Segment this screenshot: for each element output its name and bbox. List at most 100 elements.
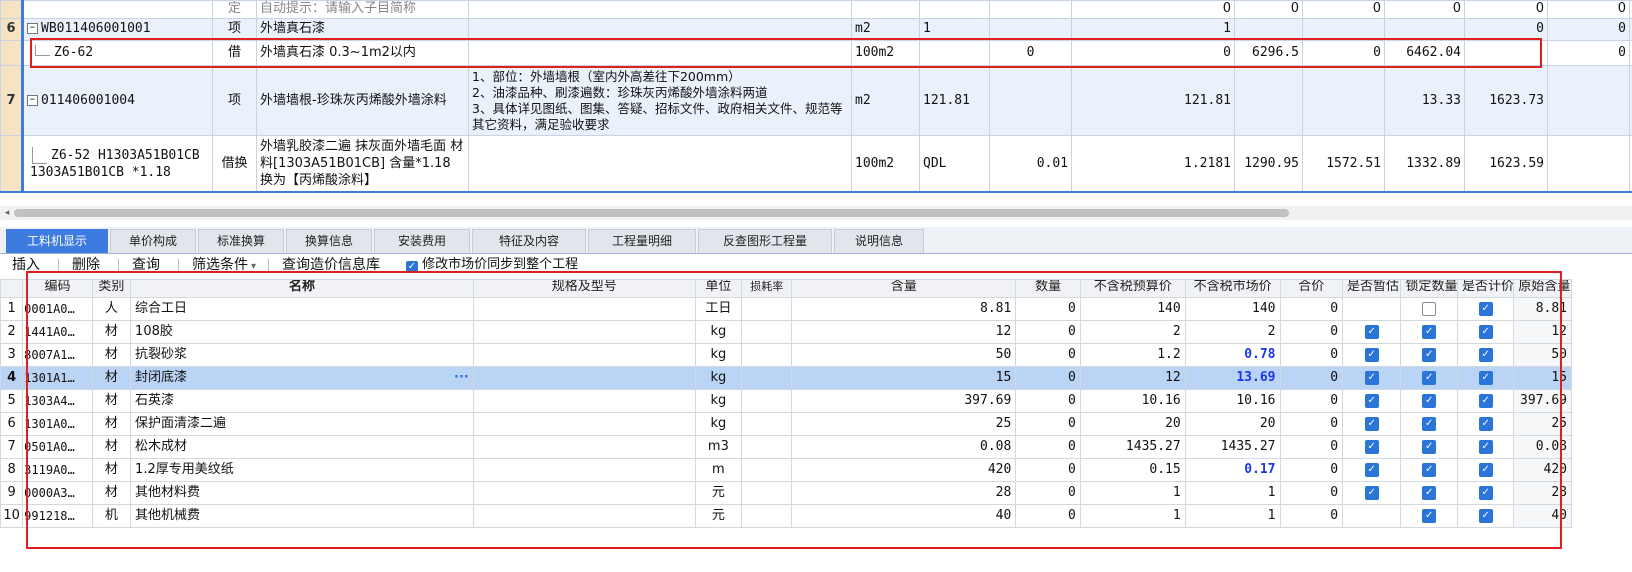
content-cell[interactable]: 28 (791, 481, 1017, 505)
value-cell[interactable]: 0 (1464, 0, 1548, 19)
content-cell[interactable]: 397.69 (791, 389, 1017, 413)
unit-cell[interactable]: 元 (694, 504, 743, 528)
total-cell[interactable]: 0 (1279, 481, 1344, 505)
code-cell[interactable]: 0501A0… (22, 435, 93, 459)
name-cell[interactable]: 抗裂砂浆 (130, 343, 474, 367)
unit-cell[interactable]: m3 (694, 435, 743, 459)
collapse-icon[interactable]: − (27, 94, 38, 106)
category-cell[interactable]: 材 (91, 366, 132, 390)
checkbox-checked-icon[interactable]: ✓ (1364, 416, 1379, 431)
unit-cell[interactable]: kg (694, 389, 743, 413)
code-cell[interactable]: 1301A1… (22, 366, 93, 390)
factor-cell[interactable]: 0.01 (989, 135, 1072, 192)
content-cell[interactable]: 0.08 (791, 435, 1017, 459)
feature-cell[interactable] (468, 40, 852, 67)
original-content-cell[interactable]: 15 (1513, 366, 1572, 390)
total-cell[interactable]: 0 (1279, 389, 1344, 413)
value-cell[interactable]: 6296.5 (1234, 40, 1303, 67)
header-market-price[interactable]: 不含税市场价 (1184, 279, 1281, 298)
is-priced-checkbox-cell[interactable]: ✓ (1456, 458, 1515, 482)
checkbox-checked-icon[interactable]: ✓ (1364, 439, 1379, 454)
table-row[interactable]: 10 991218… 机其他机械费元 40 0 1 1 0 ✓ ✓ 40 (0, 504, 1572, 528)
qty-expr-cell[interactable] (919, 40, 990, 67)
header-budget-price[interactable]: 不含税预算价 (1079, 279, 1186, 298)
tab-features-content[interactable]: 特征及内容 (472, 229, 586, 253)
original-content-cell[interactable]: 397.69 (1513, 389, 1572, 413)
factor-cell[interactable] (989, 17, 1072, 42)
checkbox-checked-icon[interactable]: ✓ (1478, 370, 1493, 385)
feature-cell[interactable]: 1、部位：外墙墙根（室内外高差往下200mm） 2、油漆品种、刷漆遍数：珍珠灰丙… (468, 65, 852, 137)
table-row[interactable]: 定 自动提示：请输入子目简称 0 0 0 0 0 0 民 (0, 0, 1632, 19)
name-cell[interactable]: 保护面清漆二遍 (130, 412, 474, 436)
estimate-checkbox-cell[interactable]: ✓ (1342, 320, 1402, 344)
name-cell[interactable]: 自动提示：请输入子目简称 (256, 0, 469, 19)
tab-labor-material-machine[interactable]: 工料机显示 (6, 229, 108, 253)
table-row[interactable]: 1 0001A0… 人综合工日 工日 8.81 0 140 140 0 ✓ 8.81 (0, 297, 1572, 321)
factor-cell[interactable]: 0 (989, 40, 1072, 67)
code-cell[interactable] (22, 0, 213, 19)
header-content[interactable]: 含量 (791, 279, 1017, 298)
checkbox-checked-icon[interactable]: ✓ (1422, 370, 1437, 385)
total-cell[interactable]: 0 (1279, 412, 1344, 436)
content-cell[interactable]: 40 (791, 504, 1017, 528)
estimate-checkbox-cell[interactable]: ✓ (1342, 458, 1402, 482)
quantity-cell[interactable]: 0 (1015, 458, 1081, 482)
category-cell[interactable]: 材 (91, 320, 132, 344)
estimate-checkbox-cell[interactable]: ✓ (1342, 435, 1402, 459)
market-price-cell[interactable]: 20 (1184, 412, 1281, 436)
spec-cell[interactable] (472, 458, 696, 482)
unit-cell[interactable] (851, 0, 920, 19)
code-cell[interactable]: Z6-62 (22, 40, 213, 67)
qty-expr-cell[interactable]: 121.81 (919, 65, 990, 137)
checkbox-checked-icon[interactable]: ✓ (1364, 462, 1379, 477)
budget-price-cell[interactable]: 2 (1079, 320, 1186, 344)
unit-cell[interactable]: 100m2 (851, 135, 920, 192)
table-row[interactable]: 5 1303A4… 材石英漆 kg 397.69 0 10.16 10.16 0 ✓ ✓ ✓ 397.6… (0, 389, 1572, 413)
checkbox-checked-icon[interactable]: ✓ (1478, 393, 1493, 408)
checkbox-checked-icon[interactable]: ✓ (1422, 508, 1437, 523)
checkbox-checked-icon[interactable]: ✓ (1478, 347, 1493, 362)
header-loss-rate[interactable]: 损耗率 (741, 279, 793, 298)
value-cell[interactable]: 0 (1547, 40, 1630, 67)
checkbox-checked-icon[interactable]: ✓ (406, 261, 418, 273)
tab-quantity-detail[interactable]: 工程量明细 (588, 229, 696, 253)
quantity-cell[interactable]: 0 (1015, 412, 1081, 436)
content-cell[interactable]: 15 (791, 366, 1017, 390)
value-cell[interactable]: 0 (1547, 17, 1630, 42)
code-cell[interactable]: 1303A4… (22, 389, 93, 413)
name-cell[interactable]: 其他机械费 (130, 504, 474, 528)
lock-quantity-checkbox-cell[interactable] (1400, 297, 1458, 321)
loss-rate-cell[interactable] (741, 389, 793, 413)
value-cell[interactable] (1234, 65, 1303, 137)
tab-installation-fee[interactable]: 安装费用 (374, 229, 470, 253)
value-cell[interactable] (1547, 135, 1630, 192)
market-price-cell[interactable]: 1 (1184, 504, 1281, 528)
tab-unit-price-composition[interactable]: 单价构成 (110, 229, 196, 253)
lock-quantity-checkbox-cell[interactable]: ✓ (1400, 389, 1458, 413)
quantity-cell[interactable]: 121.81 (1071, 65, 1235, 137)
table-row[interactable]: Z6-52 H1303A51B01CB 1303A51B01CB *1.18 借… (0, 135, 1632, 192)
budget-price-cell[interactable]: 1 (1079, 504, 1186, 528)
table-row[interactable]: 6 −WB011406001001 项 外墙真石漆 m2 1 1 0 0 民 (0, 17, 1632, 42)
quantity-cell[interactable]: 0 (1015, 320, 1081, 344)
tab-standard-conversion[interactable]: 标准换算 (198, 229, 284, 253)
loss-rate-cell[interactable] (741, 435, 793, 459)
budget-price-cell[interactable]: 12 (1079, 366, 1186, 390)
quantity-cell[interactable]: 0 (1015, 389, 1081, 413)
code-cell[interactable]: 8007A1… (22, 343, 93, 367)
checkbox-checked-icon[interactable]: ✓ (1422, 439, 1437, 454)
code-cell[interactable]: 1301A0… (22, 412, 93, 436)
checkbox-checked-icon[interactable]: ✓ (1422, 347, 1437, 362)
quantity-cell[interactable]: 0 (1015, 343, 1081, 367)
checkbox-checked-icon[interactable]: ✓ (1364, 370, 1379, 385)
value-cell[interactable] (1302, 17, 1385, 42)
table-row[interactable]: 7 −011406001004 项 外墙墙根-珍珠灰丙烯酸外墙涂料 1、部位：外… (0, 65, 1632, 137)
content-cell[interactable]: 50 (791, 343, 1017, 367)
header-is-estimate[interactable]: 是否暂估 (1342, 279, 1402, 298)
market-price-cell[interactable]: 13.69 (1184, 366, 1281, 390)
value-cell[interactable]: 0 (1302, 40, 1385, 67)
category-cell[interactable]: 材 (91, 458, 132, 482)
quantity-cell[interactable]: 0 (1015, 366, 1081, 390)
factor-cell[interactable] (989, 65, 1072, 137)
name-cell[interactable]: 外墙乳胶漆二遍 抹灰面外墙毛面 材料[1303A51B01CB] 含量*1.18… (256, 135, 469, 192)
